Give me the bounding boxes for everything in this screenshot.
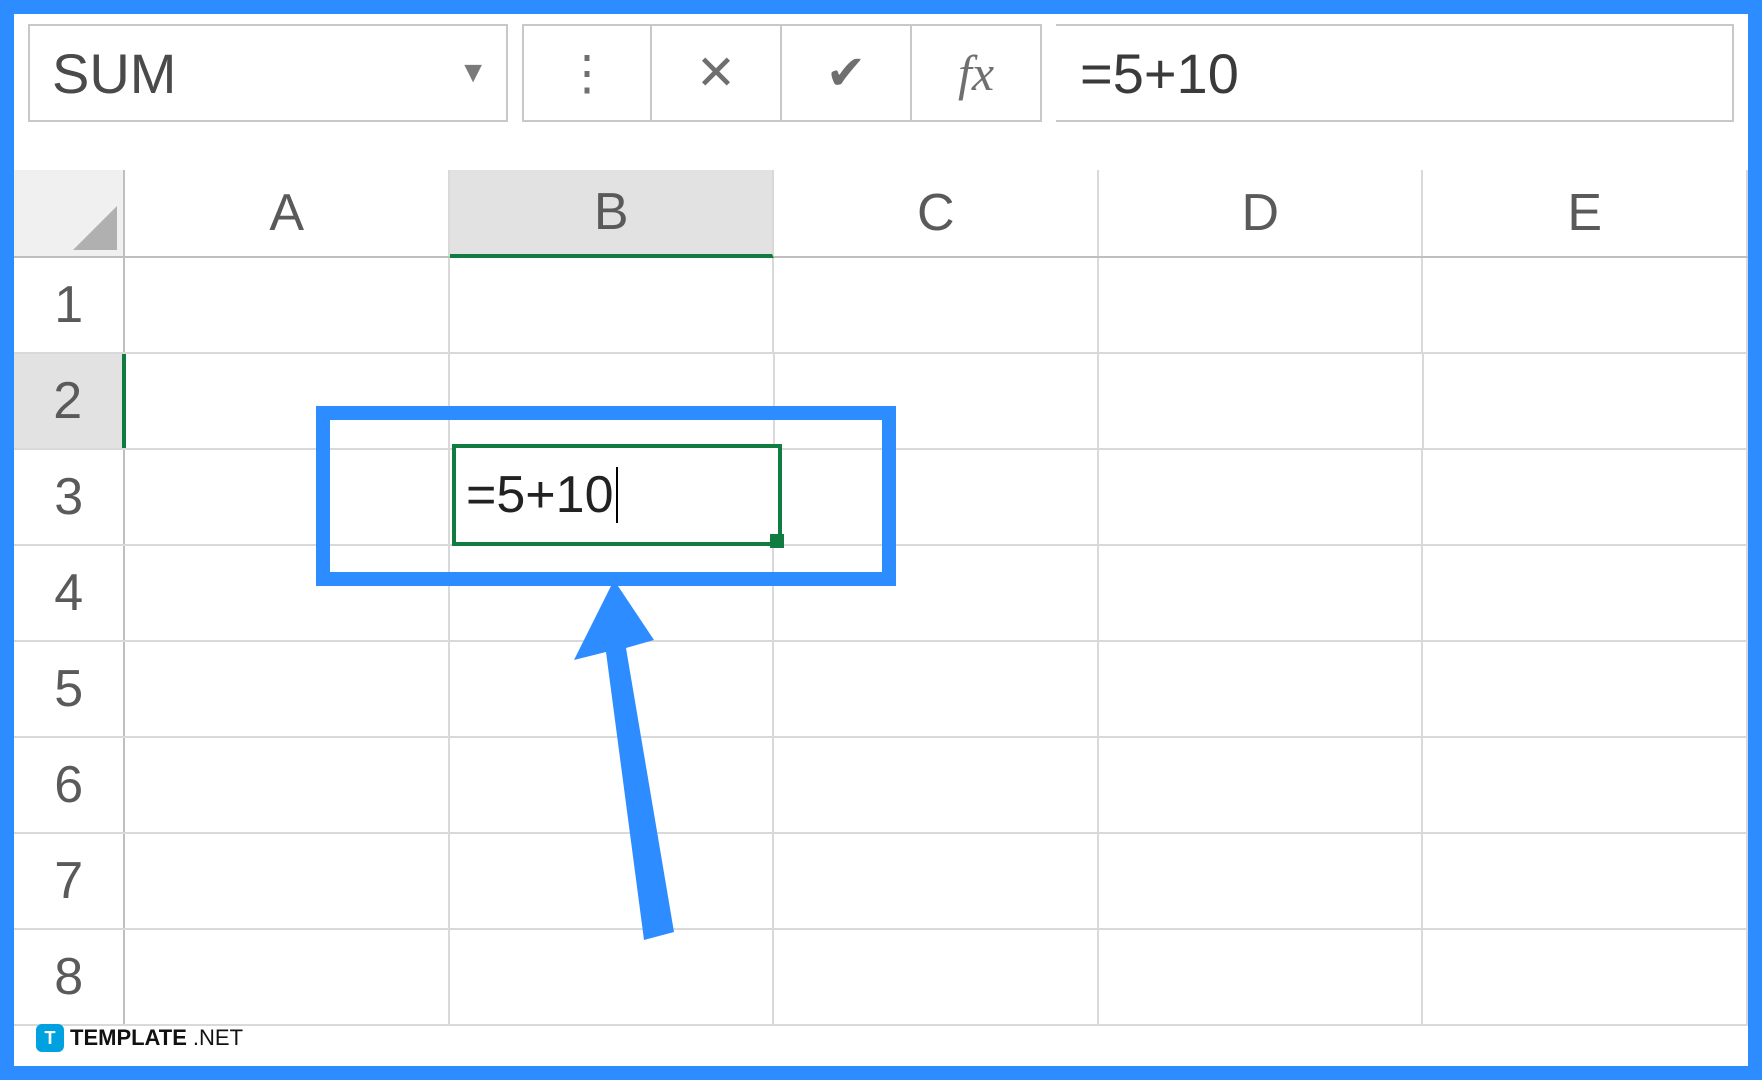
- column-headers: A B C D E: [14, 170, 1748, 258]
- row-header-8[interactable]: 8: [14, 930, 125, 1024]
- cell-C8[interactable]: [774, 930, 1099, 1024]
- active-cell-content: =5+10: [466, 465, 614, 525]
- column-header-D[interactable]: D: [1099, 170, 1424, 256]
- cell-A3[interactable]: [125, 450, 450, 544]
- row-header-3[interactable]: 3: [14, 450, 125, 544]
- cell-B7[interactable]: [450, 834, 775, 928]
- name-box[interactable]: SUM ▼: [28, 24, 508, 122]
- cell-B5[interactable]: [450, 642, 775, 736]
- cell-B1[interactable]: [450, 258, 775, 352]
- cell-B4[interactable]: [450, 546, 775, 640]
- formula-bar-buttons: ⋮ ✕ ✔ fx: [522, 24, 1042, 122]
- cell-E5[interactable]: [1423, 642, 1748, 736]
- row-2: 2: [14, 354, 1748, 450]
- row-header-5[interactable]: 5: [14, 642, 125, 736]
- cell-E1[interactable]: [1423, 258, 1748, 352]
- row-header-4[interactable]: 4: [14, 546, 125, 640]
- row-6: 6: [14, 738, 1748, 834]
- cell-D3[interactable]: [1099, 450, 1424, 544]
- cell-C1[interactable]: [774, 258, 1099, 352]
- cell-E3[interactable]: [1423, 450, 1748, 544]
- cell-E4[interactable]: [1423, 546, 1748, 640]
- row-5: 5: [14, 642, 1748, 738]
- close-icon: ✕: [696, 45, 736, 101]
- dots-icon: ⋮: [563, 45, 611, 101]
- watermark: T TEMPLATE.NET: [36, 1024, 243, 1052]
- cell-D8[interactable]: [1099, 930, 1424, 1024]
- cell-C3[interactable]: [774, 450, 1099, 544]
- cell-B6[interactable]: [450, 738, 775, 832]
- row-header-6[interactable]: 6: [14, 738, 125, 832]
- formula-text: =5+10: [1080, 41, 1239, 106]
- select-all-corner[interactable]: [14, 170, 125, 256]
- text-cursor: [616, 467, 618, 523]
- cell-E6[interactable]: [1423, 738, 1748, 832]
- fx-icon: fx: [958, 44, 994, 102]
- cell-D7[interactable]: [1099, 834, 1424, 928]
- row-header-1[interactable]: 1: [14, 258, 125, 352]
- cell-A5[interactable]: [125, 642, 450, 736]
- active-cell-editor[interactable]: =5+10: [452, 444, 782, 546]
- chevron-down-icon[interactable]: ▼: [458, 56, 488, 90]
- cell-D2[interactable]: [1099, 354, 1424, 448]
- name-box-value: SUM: [52, 41, 176, 106]
- column-header-B[interactable]: B: [450, 170, 775, 258]
- expand-button[interactable]: ⋮: [522, 24, 652, 122]
- column-header-A[interactable]: A: [125, 170, 450, 256]
- cell-A6[interactable]: [125, 738, 450, 832]
- formula-input[interactable]: =5+10: [1056, 24, 1734, 122]
- cell-E2[interactable]: [1424, 354, 1749, 448]
- watermark-suffix: .NET: [193, 1025, 243, 1051]
- cell-C2[interactable]: [775, 354, 1100, 448]
- cell-D4[interactable]: [1099, 546, 1424, 640]
- row-header-7[interactable]: 7: [14, 834, 125, 928]
- row-header-2[interactable]: 2: [14, 354, 126, 448]
- cancel-button[interactable]: ✕: [652, 24, 782, 122]
- cell-C6[interactable]: [774, 738, 1099, 832]
- watermark-icon: T: [36, 1024, 64, 1052]
- insert-function-button[interactable]: fx: [912, 24, 1042, 122]
- cell-D5[interactable]: [1099, 642, 1424, 736]
- spreadsheet-grid: A B C D E 1 2 3: [14, 170, 1748, 1026]
- column-header-E[interactable]: E: [1423, 170, 1748, 256]
- cell-D6[interactable]: [1099, 738, 1424, 832]
- cell-C7[interactable]: [774, 834, 1099, 928]
- row-4: 4: [14, 546, 1748, 642]
- cell-C4[interactable]: [774, 546, 1099, 640]
- cell-C5[interactable]: [774, 642, 1099, 736]
- cell-A8[interactable]: [125, 930, 450, 1024]
- cell-A2[interactable]: [126, 354, 451, 448]
- watermark-brand: TEMPLATE: [70, 1025, 187, 1051]
- cell-A4[interactable]: [125, 546, 450, 640]
- column-header-C[interactable]: C: [774, 170, 1099, 256]
- cell-B2[interactable]: [450, 354, 775, 448]
- cell-A7[interactable]: [125, 834, 450, 928]
- cell-B8[interactable]: [450, 930, 775, 1024]
- cell-E7[interactable]: [1423, 834, 1748, 928]
- formula-bar: SUM ▼ ⋮ ✕ ✔ fx =5+10: [14, 14, 1748, 122]
- row-3: 3: [14, 450, 1748, 546]
- enter-button[interactable]: ✔: [782, 24, 912, 122]
- row-1: 1: [14, 258, 1748, 354]
- cell-D1[interactable]: [1099, 258, 1424, 352]
- check-icon: ✔: [826, 45, 866, 101]
- row-7: 7: [14, 834, 1748, 930]
- cell-A1[interactable]: [125, 258, 450, 352]
- row-8: 8: [14, 930, 1748, 1026]
- cell-E8[interactable]: [1423, 930, 1748, 1024]
